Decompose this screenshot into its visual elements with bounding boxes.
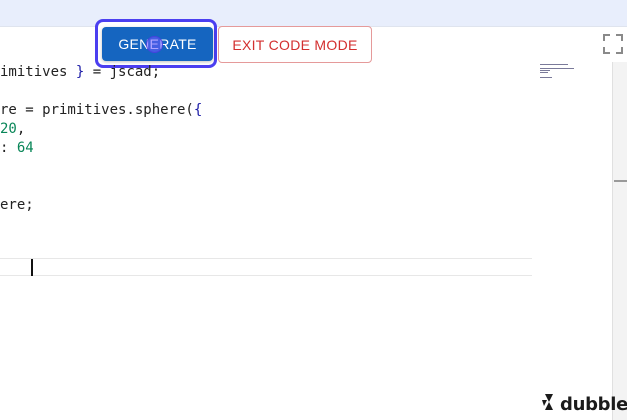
- fullscreen-icon[interactable]: [602, 33, 624, 55]
- minimap-line: [540, 68, 574, 69]
- code-minimap[interactable]: [538, 62, 612, 420]
- code-line-1: imitives } = jscad;: [0, 64, 161, 80]
- click-indicator: [146, 36, 163, 53]
- text-caret: [31, 259, 33, 276]
- minimap-line: [540, 64, 568, 65]
- scrollbar-cursor-marker: [614, 180, 627, 182]
- minimap-line: [540, 77, 552, 78]
- current-line-highlight: [0, 258, 532, 276]
- code-editor[interactable]: imitives } = jscad; re = primitives.sphe…: [0, 62, 532, 420]
- dubble-logo: dubble: [541, 392, 627, 416]
- dubble-logo-icon: [541, 393, 557, 416]
- code-line-2: re = primitives.sphere({: [0, 102, 203, 118]
- minimap-line: [540, 70, 550, 71]
- exit-code-mode-button[interactable]: EXIT CODE MODE: [218, 26, 372, 63]
- code-line-4: : 64: [0, 140, 34, 156]
- top-bar: [0, 0, 627, 27]
- code-line-3: 20,: [0, 121, 26, 137]
- vertical-scrollbar[interactable]: [612, 62, 627, 420]
- minimap-line: [540, 72, 548, 73]
- code-line-5: ere;: [0, 197, 34, 213]
- logo-text: dubble: [560, 393, 627, 415]
